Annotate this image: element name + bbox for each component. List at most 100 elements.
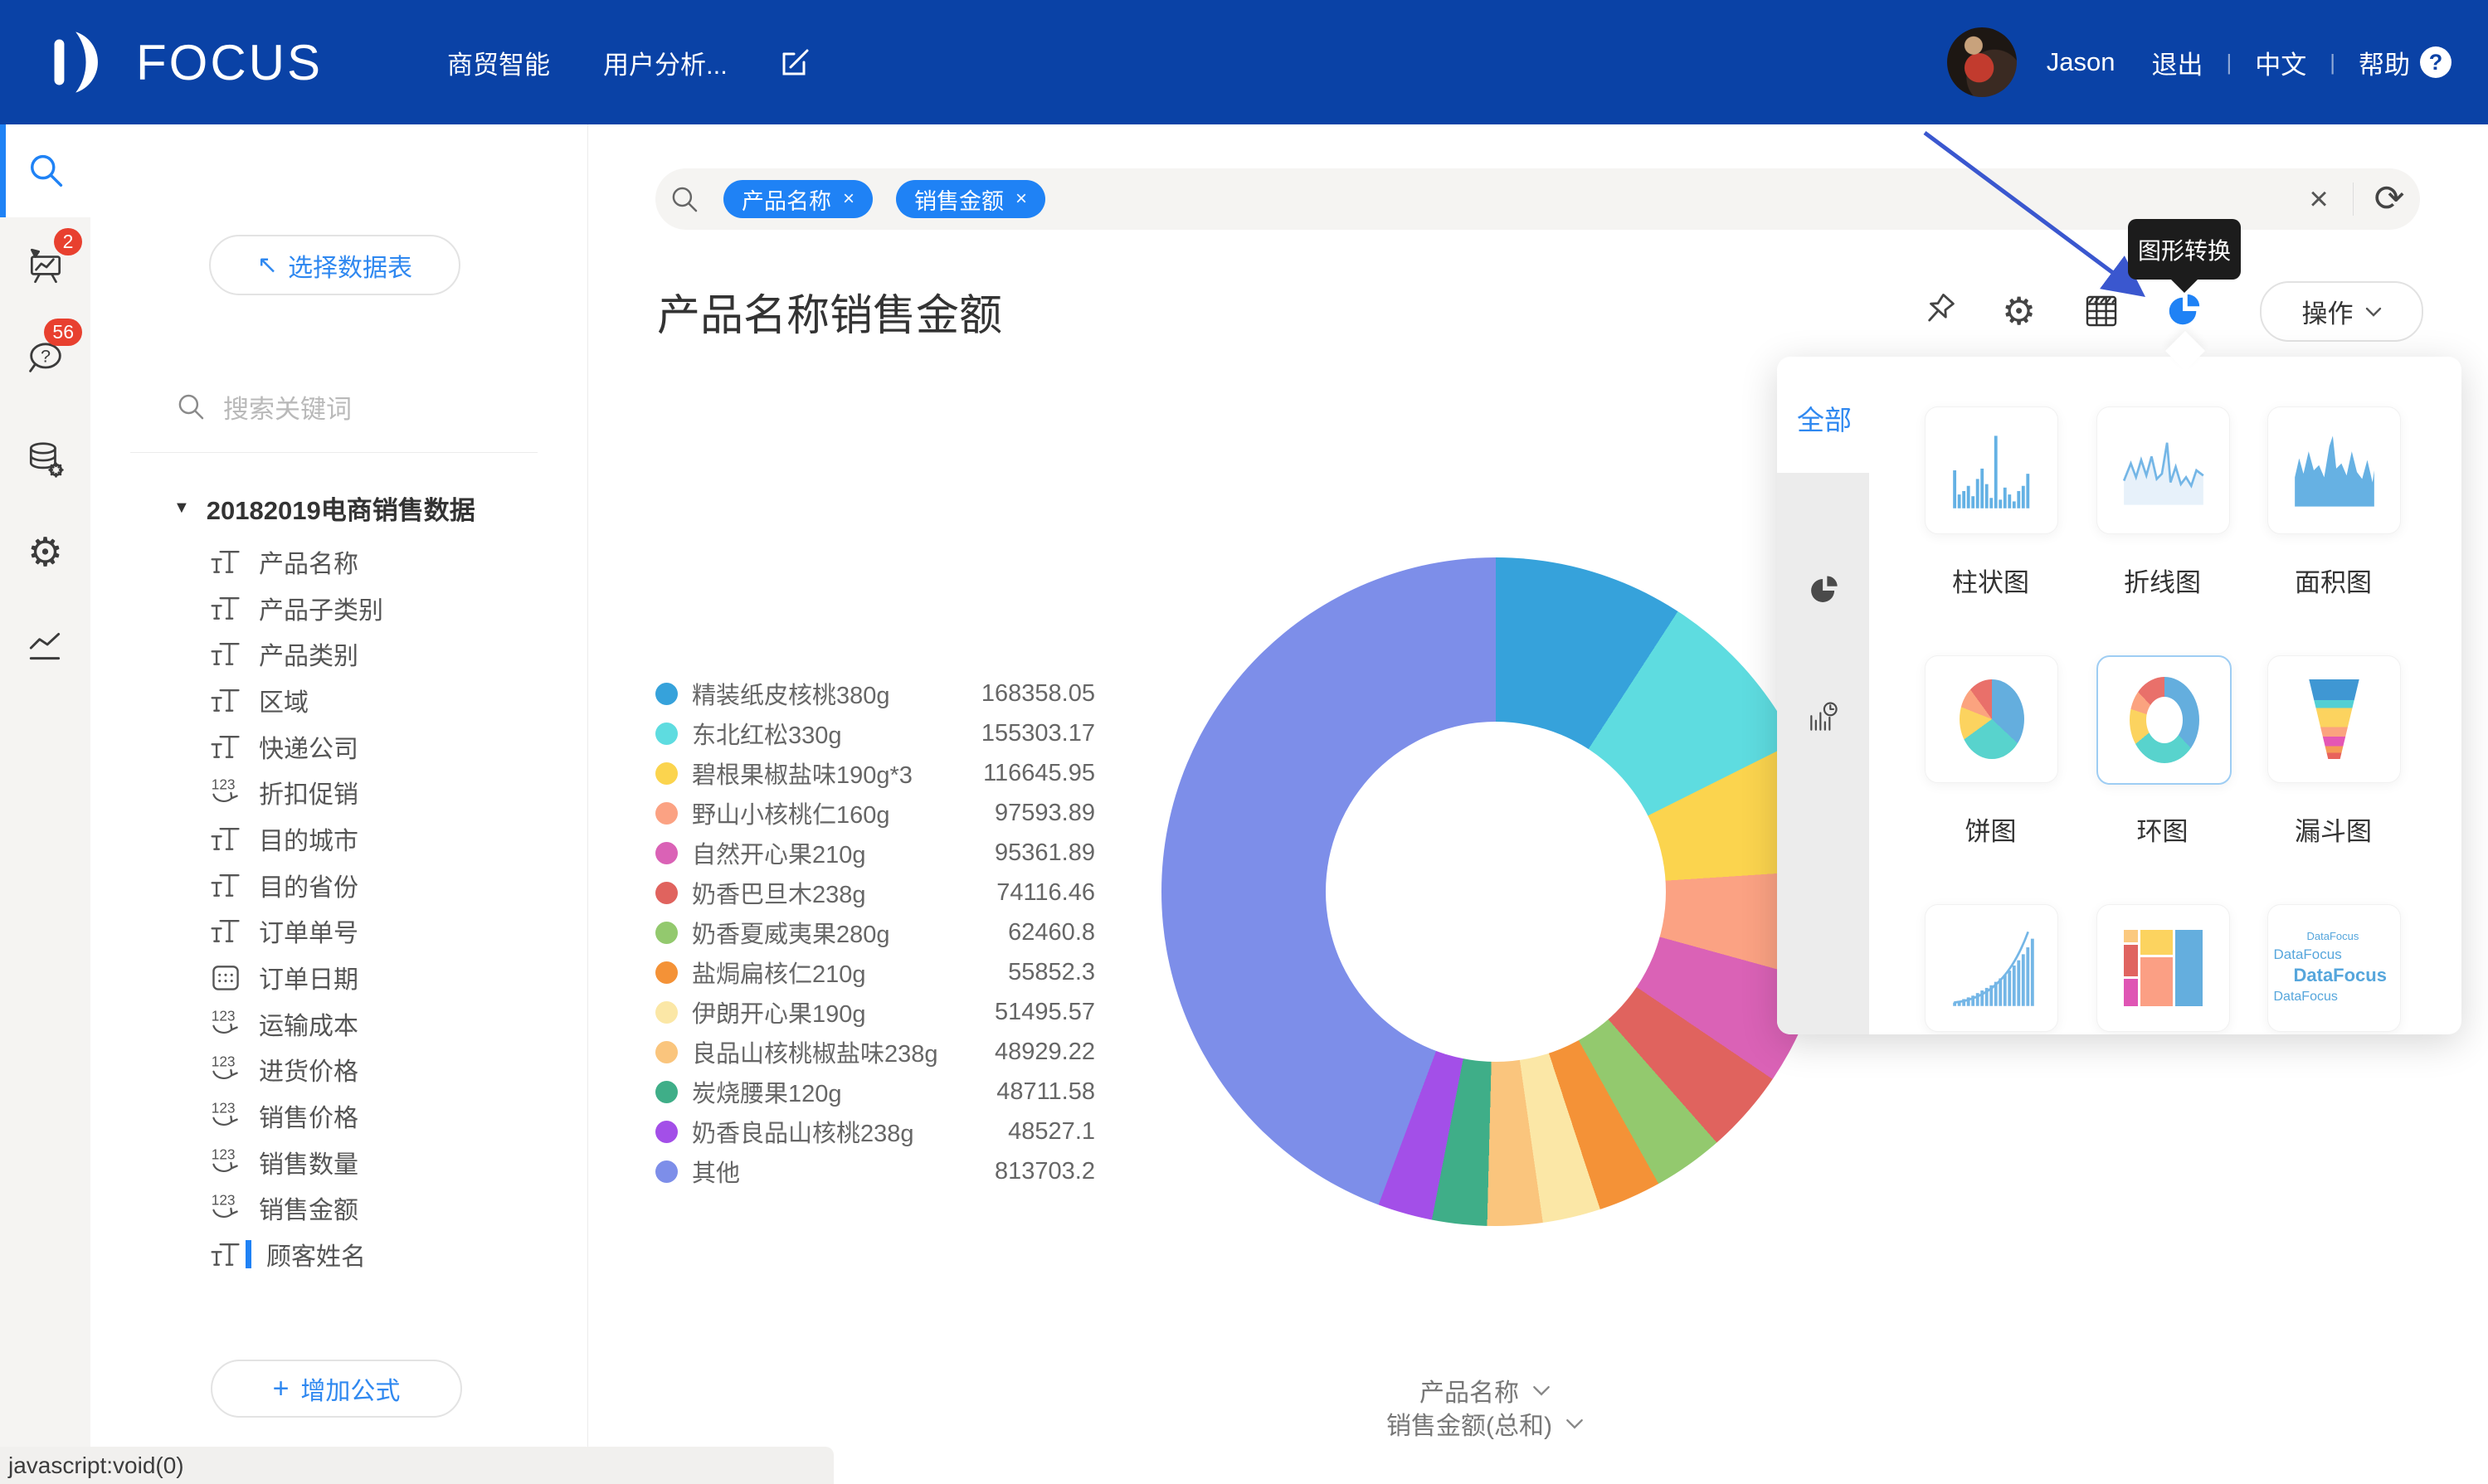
legend-item[interactable]: 野山小核桃仁160g 97593.89 xyxy=(655,793,1095,833)
field-row[interactable]: 快递公司 xyxy=(90,723,587,770)
remove-tag-icon[interactable]: × xyxy=(843,187,854,211)
chart-type-tile[interactable] xyxy=(2267,406,2401,534)
add-formula-button[interactable]: + 增加公式 xyxy=(211,1360,462,1418)
left-icon-strip: 2 ? 56 ⚙ xyxy=(0,124,90,1484)
search-icon xyxy=(173,390,208,425)
field-label: 快递公司 xyxy=(259,728,358,765)
sidebar-item-boards[interactable]: 2 xyxy=(0,225,90,308)
sidebar-item-search[interactable] xyxy=(0,124,90,217)
chart-type-tile[interactable] xyxy=(1925,655,2058,783)
legend-item[interactable]: 奶香夏威夷果280g 62460.8 xyxy=(655,912,1095,952)
field-label: 销售数量 xyxy=(259,1144,358,1180)
sidebar-item-settings[interactable]: ⚙ xyxy=(0,512,90,595)
chart-type-tile[interactable] xyxy=(2096,406,2230,534)
legend-color-dot xyxy=(655,882,678,904)
legend-item[interactable]: 其他 813703.2 xyxy=(655,1151,1095,1191)
field-type-icon xyxy=(207,682,244,718)
query-tag[interactable]: 产品名称× xyxy=(723,180,873,218)
remove-tag-icon[interactable]: × xyxy=(1015,187,1027,211)
nav-separator: | xyxy=(2330,50,2335,75)
chart-type-tile[interactable] xyxy=(2267,655,2401,783)
table-tree-header[interactable]: ▼ 20182019电商销售数据 xyxy=(173,489,475,527)
field-row[interactable]: 123 销售金额 xyxy=(90,1185,587,1232)
divider xyxy=(2353,182,2354,216)
field-row[interactable]: 123 运输成本 xyxy=(90,1000,587,1047)
field-row[interactable]: 123 进货价格 xyxy=(90,1047,587,1093)
field-row[interactable]: 区域 xyxy=(90,677,587,723)
focus-logo-icon xyxy=(50,27,123,97)
panel-all-tab[interactable]: 全部 xyxy=(1797,398,1852,438)
table-view-button[interactable] xyxy=(2082,292,2120,330)
legend-value: 155303.17 xyxy=(981,720,1095,747)
axis-labels: 产品名称 销售金额(总和) xyxy=(1195,1374,1775,1440)
legend-color-dot xyxy=(655,842,678,864)
chart-type-label: 环图 xyxy=(2096,810,2228,848)
refresh-icon[interactable]: ⟳ xyxy=(2366,175,2413,221)
chart-type-tile[interactable]: DataFocus DataFocus DataFocus DataFocus xyxy=(2267,904,2401,1032)
legend-item[interactable]: 奶香巴旦木238g 74116.46 xyxy=(655,873,1095,912)
svg-text:123: 123 xyxy=(212,1007,236,1024)
legend-item[interactable]: 良品山核桃椒盐味238g 48929.22 xyxy=(655,1032,1095,1072)
field-row[interactable]: 123 销售价格 xyxy=(90,1092,587,1139)
field-row[interactable]: 订单单号 xyxy=(90,908,587,955)
search-icon xyxy=(667,182,702,217)
nav-menu-item[interactable]: 用户分析... xyxy=(603,44,728,81)
nav-menu-item[interactable]: 商贸智能 xyxy=(447,44,550,81)
avatar[interactable] xyxy=(1947,27,2017,97)
sidebar-item-data[interactable] xyxy=(0,418,90,501)
field-label: 销售金额 xyxy=(259,1190,358,1226)
select-table-button[interactable]: ↖ 选择数据表 xyxy=(209,235,460,295)
legend-item[interactable]: 自然开心果210g 95361.89 xyxy=(655,833,1095,873)
field-row[interactable]: 产品类别 xyxy=(90,630,587,677)
chart-type-thumbnail xyxy=(1949,925,2035,1011)
donut-chart[interactable] xyxy=(1161,557,1830,1226)
language-link[interactable]: 中文 xyxy=(2255,44,2306,81)
legend-item[interactable]: 精装纸皮核桃380g 168358.05 xyxy=(655,674,1095,713)
legend-item[interactable]: 伊朗开心果190g 51495.57 xyxy=(655,992,1095,1032)
legend-item[interactable]: 奶香良品山核桃238g 48527.1 xyxy=(655,1112,1095,1151)
chart-type-tile[interactable] xyxy=(2096,655,2232,785)
legend-item[interactable]: 炭烧腰果120g 48711.58 xyxy=(655,1072,1095,1112)
field-row[interactable]: 订单日期 xyxy=(90,954,587,1000)
focus-logo[interactable]: FOCUS xyxy=(50,27,323,97)
chart-type-tile[interactable] xyxy=(2096,904,2230,1032)
x-axis-selector[interactable]: 产品名称 xyxy=(1195,1374,1775,1407)
tree-collapse-icon[interactable]: ▼ xyxy=(173,499,190,518)
sidebar-item-help[interactable]: ? 56 xyxy=(0,315,90,398)
field-row[interactable]: 产品子类别 xyxy=(90,585,587,631)
legend-color-dot xyxy=(655,802,678,825)
trend-line-icon xyxy=(25,625,66,666)
keyword-search-input[interactable]: 搜索关键词 xyxy=(173,388,352,426)
field-row[interactable]: 目的省份 xyxy=(90,862,587,908)
query-tag[interactable]: 销售金额× xyxy=(896,180,1045,218)
chart-type-tile[interactable] xyxy=(1925,904,2058,1032)
logout-link[interactable]: 退出 xyxy=(2151,44,2203,81)
rail-bar-category[interactable] xyxy=(1777,680,1869,755)
legend-item[interactable]: 碧根果椒盐味190g*3 116645.95 xyxy=(655,753,1095,793)
arrow-up-left-icon: ↖ xyxy=(257,251,278,280)
legend-value: 48711.58 xyxy=(996,1078,1095,1106)
field-row[interactable]: 目的城市 xyxy=(90,815,587,862)
legend-item[interactable]: 东北红松330g 155303.17 xyxy=(655,713,1095,753)
clear-query-icon[interactable]: × xyxy=(2298,178,2339,220)
field-row[interactable]: 产品名称 xyxy=(90,538,587,585)
help-question-icon[interactable]: ? xyxy=(2420,46,2451,78)
field-row[interactable]: 123 折扣促销 xyxy=(90,769,587,815)
bar-clock-icon xyxy=(1805,699,1842,736)
chart-type-label: 面积图 xyxy=(2267,562,2399,599)
status-bar: javascript:void(0) xyxy=(0,1447,834,1484)
rail-pie-category[interactable] xyxy=(1777,553,1869,628)
chart-type-tile[interactable] xyxy=(1925,406,2058,534)
chart-type-panel: 全部 柱状图 折线图 面积图 饼图 xyxy=(1777,357,2461,1034)
pin-button[interactable] xyxy=(1920,292,1958,330)
sidebar-item-monitor[interactable] xyxy=(0,604,90,687)
y-axis-selector[interactable]: 销售金额(总和) xyxy=(1195,1407,1775,1440)
field-row[interactable]: 123 销售数量 xyxy=(90,1139,587,1185)
help-link[interactable]: 帮助 xyxy=(2359,44,2410,81)
legend-item[interactable]: 盐焗扁核仁210g 55852.3 xyxy=(655,952,1095,992)
field-row[interactable]: 顾客姓名 xyxy=(90,1231,587,1277)
chart-settings-button[interactable]: ⚙ xyxy=(2002,292,2040,330)
compose-icon[interactable] xyxy=(779,46,812,79)
user-name[interactable]: Jason xyxy=(2047,47,2116,77)
actions-dropdown-button[interactable]: 操作 xyxy=(2260,281,2423,342)
